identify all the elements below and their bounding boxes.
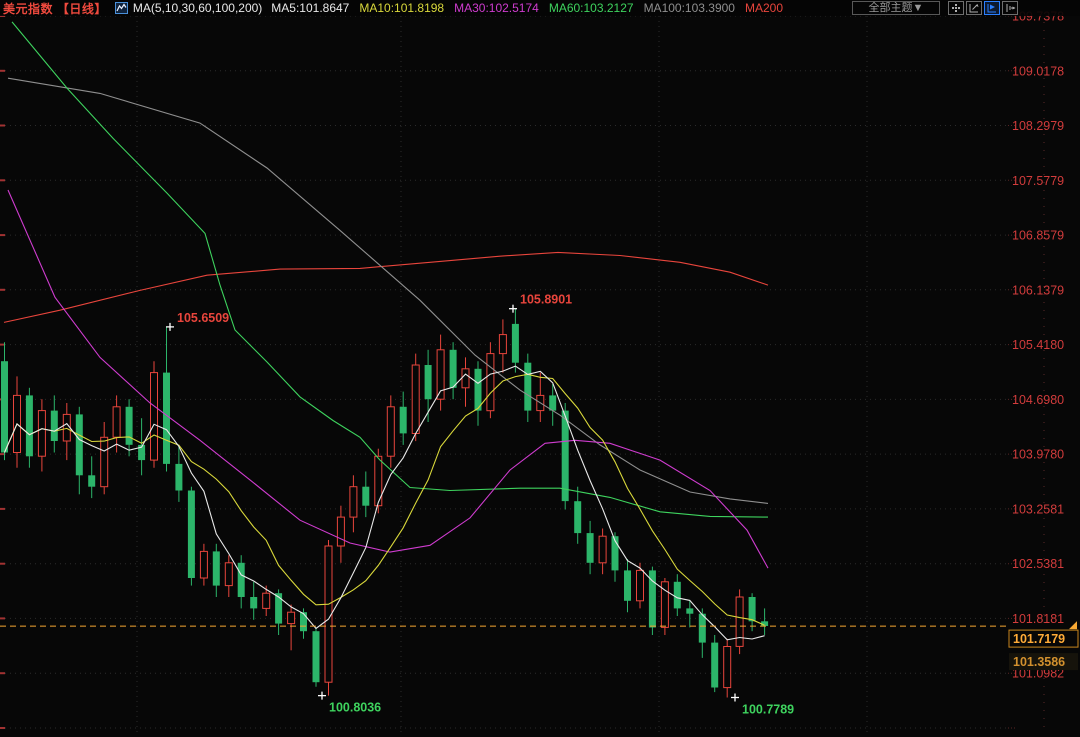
candle-body-up[interactable]	[724, 647, 731, 688]
candle-body-down[interactable]	[163, 373, 170, 464]
secondary-price-label: 101.3586	[1013, 655, 1065, 669]
ma100-value: MA100:103.3900	[644, 1, 735, 15]
candle-body-down[interactable]	[313, 631, 320, 682]
ma10-value: MA10:101.8198	[359, 1, 444, 15]
candle-body-down[interactable]	[425, 365, 432, 399]
candle-body-down[interactable]	[711, 643, 718, 688]
candle-body-down[interactable]	[400, 407, 407, 434]
ma60-value: MA60:103.2127	[549, 1, 634, 15]
candle-body-down[interactable]	[250, 597, 257, 608]
extreme-price-annotation: 100.8036	[329, 701, 381, 715]
candle-body-down[interactable]	[76, 414, 83, 475]
candle-body-up[interactable]	[637, 570, 644, 600]
candle-body-up[interactable]	[462, 369, 469, 388]
symbol-name: 美元指数	[3, 2, 53, 16]
candle-body-down[interactable]	[574, 501, 581, 533]
candle-body-up[interactable]	[387, 407, 394, 456]
y-axis-label: 101.8181	[1012, 612, 1064, 626]
candle-body-down[interactable]	[699, 614, 706, 643]
candle-body-down[interactable]	[524, 363, 531, 411]
candle-body-up[interactable]	[288, 612, 295, 623]
candle-body-up[interactable]	[736, 597, 743, 646]
pan-right-icon[interactable]	[1002, 1, 1018, 15]
candle-body-up[interactable]	[101, 437, 108, 486]
candle-body-up[interactable]	[412, 365, 419, 434]
ma30-line	[8, 190, 768, 568]
candle-body-down[interactable]	[1, 361, 8, 452]
extreme-price-annotation: 105.8901	[520, 293, 572, 307]
app-window: 109.7378109.0178108.2979107.5779106.8579…	[0, 0, 1080, 737]
candle-body-up[interactable]	[113, 407, 120, 437]
candle-body-down[interactable]	[512, 324, 519, 363]
candle-body-up[interactable]	[375, 456, 382, 505]
ma200-value: MA200	[745, 1, 783, 15]
candle-body-down[interactable]	[238, 563, 245, 597]
y-axis-label: 102.5381	[1012, 557, 1064, 571]
candle-body-down[interactable]	[51, 411, 58, 441]
y-axis-label: 106.1379	[1012, 283, 1064, 297]
current-price-label: 101.7179	[1013, 632, 1065, 646]
candle-body-down[interactable]	[300, 612, 307, 631]
candle-body-down[interactable]	[549, 395, 556, 410]
candle-body-up[interactable]	[225, 563, 232, 586]
candle-body-up[interactable]	[63, 414, 70, 441]
grid-cells-icon[interactable]	[948, 1, 964, 15]
candlestick-chart[interactable]: 109.7378109.0178108.2979107.5779106.8579…	[0, 0, 1080, 737]
y-axis-label: 106.8579	[1012, 229, 1064, 243]
candle-body-down[interactable]	[26, 395, 33, 456]
toolbar-icon-group	[948, 1, 1018, 15]
y-axis-label: 108.2979	[1012, 119, 1064, 133]
candle-body-up[interactable]	[350, 487, 357, 517]
candle-body-down[interactable]	[275, 593, 282, 623]
candle-body-down[interactable]	[624, 570, 631, 600]
period-label: 【日线】	[57, 2, 107, 16]
candle-body-up[interactable]	[499, 335, 506, 354]
candle-body-down[interactable]	[362, 487, 369, 506]
candle-body-down[interactable]	[126, 407, 133, 445]
candle-body-down[interactable]	[175, 464, 182, 491]
y-axis-label: 105.4180	[1012, 338, 1064, 352]
ma30-value: MA30:102.5174	[454, 1, 539, 15]
y-axis-label: 107.5779	[1012, 174, 1064, 188]
candle-body-up[interactable]	[487, 354, 494, 411]
candle-body-down[interactable]	[749, 597, 756, 621]
y-axis-label: 103.2581	[1012, 502, 1064, 516]
candle-body-down[interactable]	[188, 491, 195, 579]
candle-body-up[interactable]	[38, 411, 45, 457]
ma-config-label: MA(5,10,30,60,100,200)	[133, 1, 262, 15]
theme-selector-dropdown[interactable]: 全部主题▼	[852, 1, 940, 15]
candle-body-up[interactable]	[200, 551, 207, 578]
extreme-price-annotation: 105.6509	[177, 311, 229, 325]
candle-body-down[interactable]	[213, 551, 220, 585]
candle-body-up[interactable]	[151, 373, 158, 461]
candle-body-up[interactable]	[599, 536, 606, 563]
axis-right-active-icon[interactable]	[984, 1, 1000, 15]
axis-left-icon[interactable]	[966, 1, 982, 15]
extreme-price-annotation: 100.7789	[742, 703, 794, 717]
price-up-arrow-icon	[1069, 621, 1077, 629]
candle-body-down[interactable]	[674, 582, 681, 609]
ma200-line	[4, 252, 768, 322]
chart-type-icon[interactable]	[115, 2, 128, 14]
y-axis-label: 103.9780	[1012, 448, 1064, 462]
ma5-value: MA5:101.8647	[271, 1, 349, 15]
candle-body-down[interactable]	[88, 475, 95, 486]
candle-body-down[interactable]	[450, 350, 457, 388]
y-axis-label: 104.6980	[1012, 393, 1064, 407]
candle-body-down[interactable]	[475, 369, 482, 411]
candle-body-up[interactable]	[337, 517, 344, 546]
chart-toolbar: 美元指数 【日线】 MA(5,10,30,60,100,200) MA5:101…	[0, 0, 1080, 16]
symbol-title: 美元指数 【日线】	[3, 0, 107, 17]
y-axis-label: 109.0178	[1012, 64, 1064, 78]
candle-body-down[interactable]	[587, 533, 594, 563]
candle-body-up[interactable]	[263, 593, 270, 608]
candle-body-down[interactable]	[686, 608, 693, 613]
